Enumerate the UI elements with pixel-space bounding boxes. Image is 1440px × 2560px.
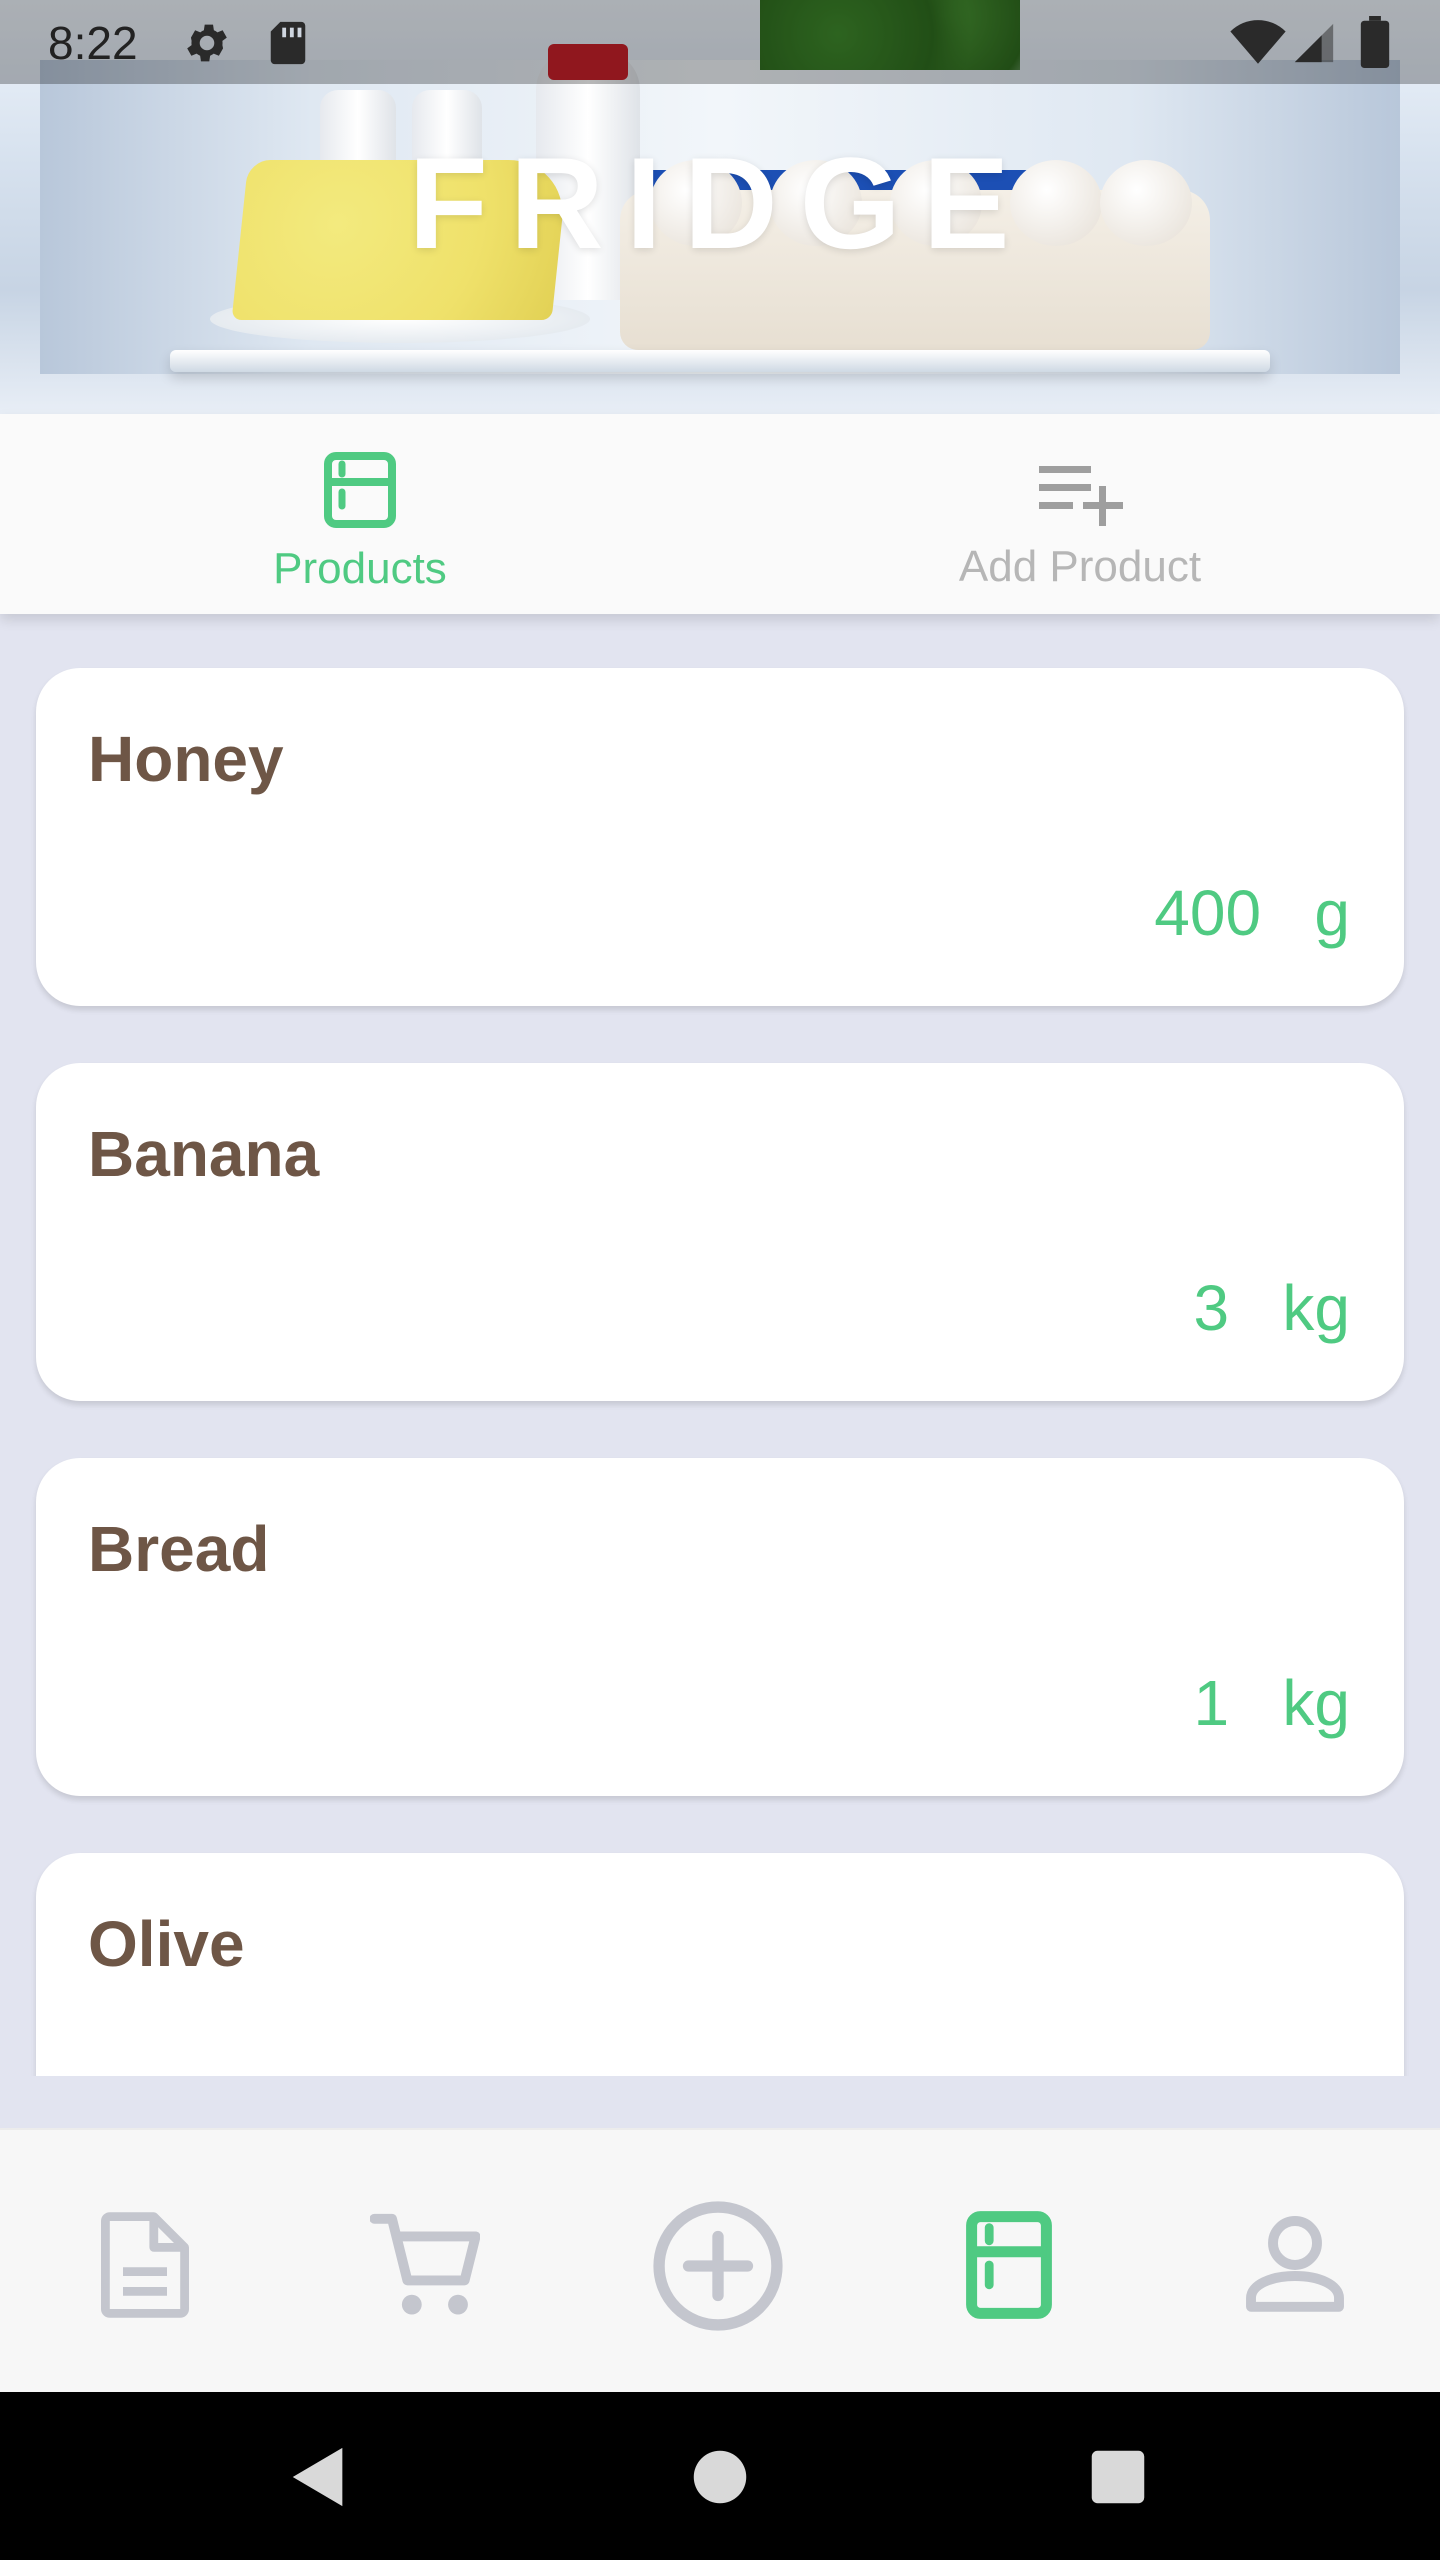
product-amount: 1 xyxy=(1193,1667,1230,1739)
cart-icon xyxy=(369,2213,481,2315)
nav-add-button[interactable] xyxy=(650,2198,786,2334)
add-circle-icon xyxy=(653,2201,783,2331)
fridge-icon xyxy=(966,2211,1052,2319)
signal-icon xyxy=(1294,23,1334,63)
tab-products[interactable]: Products xyxy=(0,414,720,614)
product-name: Olive xyxy=(88,1908,245,1980)
product-quantity: 3 kg xyxy=(1193,1271,1350,1345)
tab-products-label: Products xyxy=(273,544,447,593)
playlist-add-icon xyxy=(1039,466,1123,526)
battery-icon xyxy=(1360,16,1390,68)
nav-cart-button[interactable] xyxy=(369,2210,481,2320)
product-name: Honey xyxy=(88,723,284,795)
product-unit: g xyxy=(1314,877,1350,949)
fridge-icon xyxy=(324,452,396,528)
tab-add-product-label: Add Product xyxy=(958,542,1202,591)
user-icon xyxy=(1246,2216,1344,2312)
nav-fridge-button[interactable] xyxy=(954,2210,1064,2320)
tab-add-product[interactable]: Add Product xyxy=(720,414,1440,614)
system-navigation-bar xyxy=(0,2392,1440,2560)
nav-documents-button[interactable] xyxy=(90,2210,200,2320)
bottom-navigation xyxy=(0,2128,1440,2392)
sd-card-icon xyxy=(270,21,306,65)
product-amount: 400 xyxy=(1154,877,1262,949)
page-title: FRIDGE xyxy=(408,130,1032,276)
product-card[interactable]: Honey 400 g xyxy=(36,668,1404,1006)
tab-bar: Products Add Product xyxy=(0,414,1440,614)
product-quantity: 1 kg xyxy=(1193,1666,1350,1740)
document-icon xyxy=(100,2212,189,2318)
product-quantity: 400 g xyxy=(1154,876,1350,950)
product-name: Banana xyxy=(88,1118,320,1190)
product-card[interactable]: Banana 3 kg xyxy=(36,1063,1404,1401)
back-icon[interactable] xyxy=(284,2442,354,2512)
nav-profile-button[interactable] xyxy=(1240,2210,1350,2320)
product-card[interactable]: Bread 1 kg xyxy=(36,1458,1404,1796)
recents-icon[interactable] xyxy=(1083,2442,1153,2512)
home-icon[interactable] xyxy=(685,2442,755,2512)
product-unit: kg xyxy=(1282,1667,1350,1739)
product-amount: 3 xyxy=(1193,1272,1230,1344)
product-list: Honey 400 g Banana 3 kg Bread 1 kg Olive xyxy=(0,614,1440,2076)
status-time: 8:22 xyxy=(48,17,138,69)
wifi-icon xyxy=(1230,20,1286,64)
app-root: FRIDGE 8:22 Products Add Product Honey 4… xyxy=(0,0,1440,2560)
product-card[interactable]: Olive xyxy=(36,1853,1404,2076)
gear-icon xyxy=(187,24,227,62)
product-unit: kg xyxy=(1282,1272,1350,1344)
status-bar: 8:22 xyxy=(0,0,1440,84)
product-name: Bread xyxy=(88,1513,270,1585)
